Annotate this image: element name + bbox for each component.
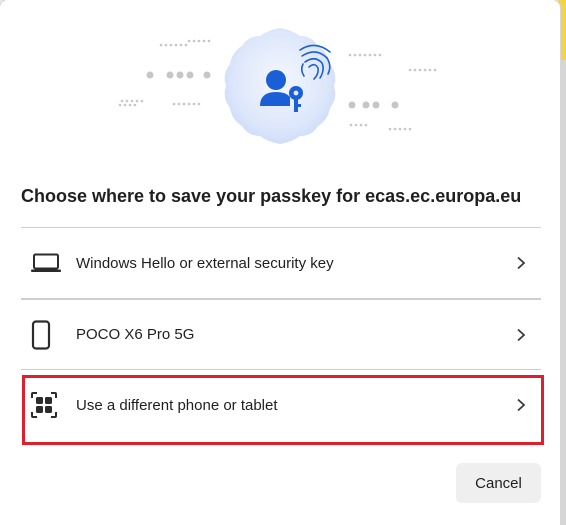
- cancel-button[interactable]: Cancel: [456, 463, 541, 503]
- decor-dots-left: [118, 39, 211, 107]
- dialog-title: Choose where to save your passkey for ec…: [21, 186, 522, 206]
- option-different-device[interactable]: Use a different phone or tablet: [21, 369, 541, 440]
- chevron-right-icon: [501, 315, 541, 355]
- qr-code-icon: [21, 385, 71, 425]
- options-list: Windows Hello or external security key P…: [21, 227, 541, 440]
- option-poco-phone[interactable]: POCO X6 Pro 5G: [21, 298, 541, 369]
- passkey-dialog: Choose where to save your passkey for ec…: [0, 0, 560, 525]
- hero-illustration: [0, 0, 560, 170]
- phone-icon: [21, 315, 71, 355]
- laptop-icon: [21, 243, 71, 283]
- hero-art: [118, 28, 437, 144]
- decor-dots-right: [348, 53, 437, 131]
- chevron-right-icon: [501, 385, 541, 425]
- option-label: Windows Hello or external security key: [76, 254, 334, 272]
- chevron-right-icon: [501, 243, 541, 283]
- option-label: Use a different phone or tablet: [76, 396, 278, 414]
- option-label: POCO X6 Pro 5G: [76, 326, 195, 343]
- option-windows-hello[interactable]: Windows Hello or external security key: [21, 227, 541, 298]
